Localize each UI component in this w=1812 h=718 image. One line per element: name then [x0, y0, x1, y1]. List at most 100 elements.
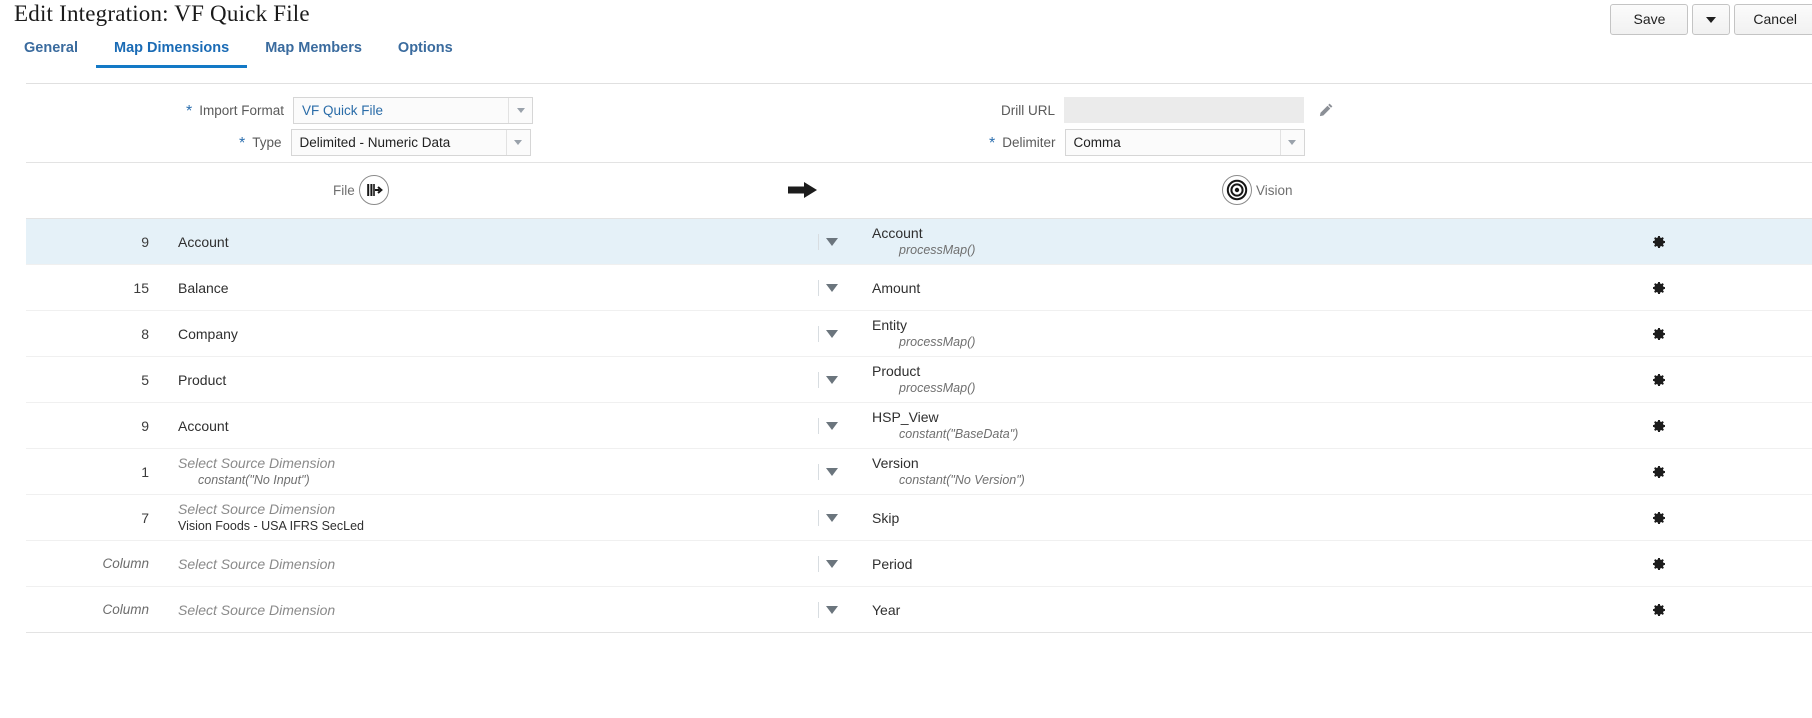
gear-icon[interactable] [1651, 326, 1667, 342]
drill-url-input [1064, 97, 1304, 123]
tab-general[interactable]: General [14, 36, 96, 68]
gear-icon[interactable] [1651, 556, 1667, 572]
caret-down-icon[interactable] [826, 559, 838, 568]
row-target-expression: constant("BaseData") [899, 427, 1019, 441]
row-settings-cell[interactable] [1622, 418, 1812, 434]
row-settings-cell[interactable] [1622, 510, 1812, 526]
row-source-cell[interactable]: Product [161, 371, 802, 389]
caret-down-icon[interactable] [826, 467, 838, 476]
row-target-cell[interactable]: Product processMap() [862, 362, 1622, 397]
caret-down-icon[interactable] [826, 329, 838, 338]
required-indicator: * [239, 135, 246, 152]
gear-icon[interactable] [1651, 510, 1667, 526]
row-target-cell[interactable]: Version constant("No Version") [862, 454, 1622, 489]
table-row[interactable]: 5 Product Product processMap() [26, 357, 1812, 403]
row-target-expression: constant("No Version") [899, 473, 1025, 487]
row-target-cell[interactable]: Skip [862, 509, 1622, 527]
row-expand-cell[interactable] [802, 467, 862, 476]
caret-down-icon[interactable] [826, 513, 838, 522]
save-dropdown-button[interactable] [1692, 4, 1731, 35]
caret-down-icon[interactable] [826, 375, 838, 384]
table-row[interactable]: 15 Balance Amount [26, 265, 1812, 311]
chevron-down-icon[interactable] [508, 98, 532, 123]
cancel-button[interactable]: Cancel [1734, 4, 1812, 35]
tab-map-members[interactable]: Map Members [247, 36, 380, 68]
row-source-cell[interactable]: Account [161, 417, 802, 435]
row-source-cell[interactable]: Select Source Dimension [161, 555, 802, 573]
row-target-value: Amount [872, 279, 921, 296]
row-target-value: Account [872, 225, 923, 241]
row-target-cell[interactable]: Account processMap() [862, 224, 1622, 259]
row-target-value: Version [872, 455, 919, 471]
chevron-down-icon[interactable] [1279, 130, 1304, 155]
row-expand-cell[interactable] [802, 559, 862, 568]
gear-icon[interactable] [1651, 372, 1667, 388]
row-expand-cell[interactable] [802, 421, 862, 430]
type-value: Delimited - Numeric Data [299, 135, 451, 150]
row-settings-cell[interactable] [1622, 234, 1812, 250]
table-row[interactable]: 9 Account Account processMap() [26, 219, 1812, 265]
caret-down-icon[interactable] [826, 421, 838, 430]
row-source-cell[interactable]: Company [161, 325, 802, 343]
row-source-cell[interactable]: Select Source Dimension [161, 601, 802, 619]
type-select[interactable]: Delimited - Numeric Data [290, 129, 531, 156]
target-bullseye-icon [1222, 175, 1252, 205]
row-expand-cell[interactable] [802, 237, 862, 246]
table-row[interactable]: 1 Select Source Dimension constant("No I… [26, 449, 1812, 495]
row-expand-cell[interactable] [802, 375, 862, 384]
row-settings-cell[interactable] [1622, 464, 1812, 480]
table-row[interactable]: 9 Account HSP_View constant("BaseData") [26, 403, 1812, 449]
row-target-cell[interactable]: Entity processMap() [862, 316, 1622, 351]
table-row[interactable]: 8 Company Entity processMap() [26, 311, 1812, 357]
delimiter-value: Comma [1073, 135, 1121, 150]
type-field: * Type Delimited - Numeric Data [239, 129, 531, 156]
table-row[interactable]: Column Select Source Dimension Period [26, 541, 1812, 587]
row-source-expression: Vision Foods - USA IFRS SecLed [178, 519, 364, 533]
gear-icon[interactable] [1651, 418, 1667, 434]
row-expand-cell[interactable] [802, 329, 862, 338]
row-settings-cell[interactable] [1622, 556, 1812, 572]
import-format-select[interactable]: VF Quick File [293, 97, 533, 124]
gear-icon[interactable] [1651, 464, 1667, 480]
row-target-cell[interactable]: HSP_View constant("BaseData") [862, 408, 1622, 443]
row-settings-cell[interactable] [1622, 326, 1812, 342]
row-target-cell[interactable]: Period [862, 555, 1622, 573]
row-settings-cell[interactable] [1622, 372, 1812, 388]
gear-icon[interactable] [1651, 280, 1667, 296]
row-target-cell[interactable]: Year [862, 601, 1622, 619]
save-button[interactable]: Save [1610, 4, 1689, 35]
row-target-cell[interactable]: Amount [862, 279, 1622, 297]
top-action-bar: Save Cancel [1610, 4, 1812, 35]
row-source-cell[interactable]: Select Source Dimension Vision Foods - U… [161, 500, 802, 535]
tab-options[interactable]: Options [380, 36, 471, 68]
row-column-number: 9 [141, 233, 149, 250]
gear-icon[interactable] [1651, 234, 1667, 250]
chevron-down-icon [1706, 16, 1717, 23]
row-settings-cell[interactable] [1622, 280, 1812, 296]
delimiter-label: Delimiter [1002, 135, 1056, 150]
row-expand-cell[interactable] [802, 605, 862, 614]
caret-down-icon[interactable] [826, 605, 838, 614]
caret-down-icon[interactable] [826, 283, 838, 292]
row-column-number: 5 [141, 371, 149, 388]
row-settings-cell[interactable] [1622, 602, 1812, 618]
row-source-cell[interactable]: Account [161, 233, 802, 251]
row-expand-cell[interactable] [802, 283, 862, 292]
delimiter-select[interactable]: Comma [1064, 129, 1305, 156]
required-indicator: * [989, 135, 996, 152]
drill-url-label: Drill URL [1001, 102, 1055, 118]
table-row[interactable]: 7 Select Source Dimension Vision Foods -… [26, 495, 1812, 541]
row-source-cell[interactable]: Balance [161, 279, 802, 297]
row-source-value: Account [178, 233, 229, 250]
pencil-icon[interactable] [1318, 102, 1334, 118]
gear-icon[interactable] [1651, 602, 1667, 618]
tab-map-dimensions[interactable]: Map Dimensions [96, 36, 248, 68]
table-row[interactable]: Column Select Source Dimension Year [26, 587, 1812, 633]
chevron-down-icon[interactable] [505, 130, 530, 155]
row-source-value: Select Source Dimension [178, 455, 336, 471]
type-label: Type [252, 135, 282, 150]
row-source-cell[interactable]: Select Source Dimension constant("No Inp… [161, 454, 802, 489]
page-title: Edit Integration: VF Quick File [14, 1, 310, 26]
row-expand-cell[interactable] [802, 513, 862, 522]
caret-down-icon[interactable] [826, 237, 838, 246]
